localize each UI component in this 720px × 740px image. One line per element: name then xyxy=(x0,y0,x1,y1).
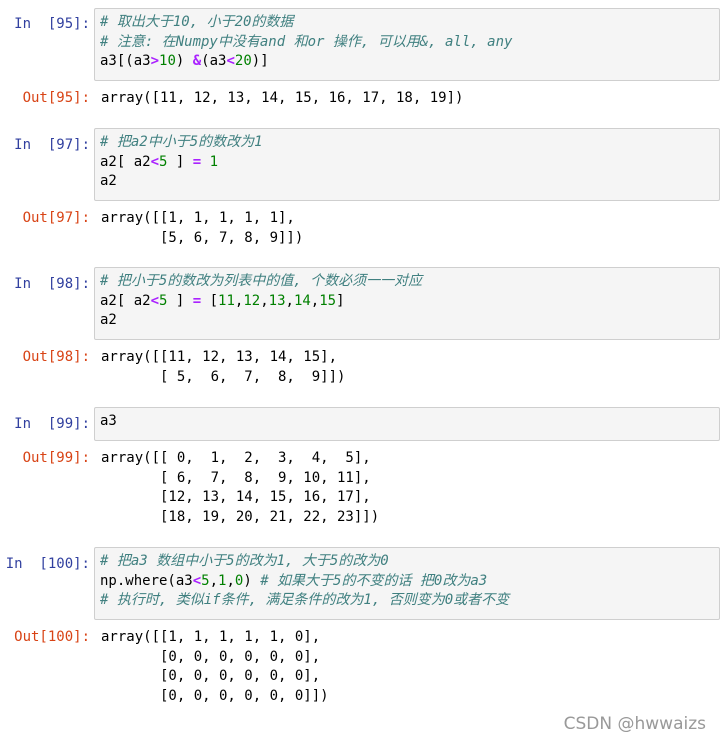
output-line: [5, 6, 7, 8, 9]]) xyxy=(101,229,304,246)
code-editor[interactable]: # 把小于5的数改为列表中的值, 个数必须一一对应 a2[ a2<5 ] = [… xyxy=(94,267,720,340)
output-prompt: Out[100]: xyxy=(14,629,90,645)
code-area[interactable]: # 把a3 数组中小于5的改为1, 大于5的改为0 np.where(a3<5,… xyxy=(95,548,719,615)
output-line: [12, 13, 14, 15, 16, 17], xyxy=(101,489,371,505)
output-line: [0, 0, 0, 0, 0, 0], xyxy=(101,668,321,684)
notebook-cell-99[interactable]: In [99]: a3 Out[99]: array([[ 0, 1, 2, 3… xyxy=(0,407,720,537)
cell-output: array([[1, 1, 1, 1, 1, 0], [0, 0, 0, 0, … xyxy=(96,628,334,710)
output-prompt: Out[98]: xyxy=(22,349,90,365)
output-line: [ 5, 6, 7, 8, 9]]) xyxy=(101,368,346,385)
code-line: a2 xyxy=(100,312,117,328)
cell-output: array([[ 0, 1, 2, 3, 4, 5], [ 6, 7, 8, 9… xyxy=(96,449,384,531)
notebook-cell-100[interactable]: In [100]: # 把a3 数组中小于5的改为1, 大于5的改为0 np.w… xyxy=(0,547,720,717)
watermark: CSDN @hwwaizs xyxy=(563,714,706,734)
output-line: array([[1, 1, 1, 1, 1, 0], xyxy=(101,629,321,645)
code-line: a2[ a2<5 ] = [11,12,13,14,15] xyxy=(100,292,345,309)
code-line: # 取出大于10, 小于20的数据 xyxy=(100,14,294,30)
output-prompt: Out[97]: xyxy=(22,210,90,226)
code-line: # 注意: 在Numpy中没有and 和or 操作, 可以用&, all, an… xyxy=(100,33,513,50)
output-line: [18, 19, 20, 21, 22, 23]]) xyxy=(101,508,380,525)
cell-output: array([11, 12, 13, 14, 15, 16, 17, 18, 1… xyxy=(96,89,468,113)
code-editor[interactable]: # 把a3 数组中小于5的改为1, 大于5的改为0 np.where(a3<5,… xyxy=(94,547,720,620)
input-prompt: In [95]: xyxy=(14,16,90,32)
input-prompt: In [99]: xyxy=(14,416,90,432)
code-line: # 把小于5的数改为列表中的值, 个数必须一一对应 xyxy=(100,273,423,289)
input-prompt: In [98]: xyxy=(14,276,90,292)
code-area[interactable]: # 取出大于10, 小于20的数据 # 注意: 在Numpy中没有and 和or… xyxy=(95,9,719,76)
code-line: # 执行时, 类似if条件, 满足条件的改为1, 否则变为0或者不变 xyxy=(100,592,510,608)
notebook-cell-98[interactable]: In [98]: # 把小于5的数改为列表中的值, 个数必须一一对应 a2[ a… xyxy=(0,267,720,397)
output-line: array([[11, 12, 13, 14, 15], xyxy=(101,349,338,365)
output-line: [0, 0, 0, 0, 0, 0]]) xyxy=(101,687,329,704)
notebook-cell-97[interactable]: In [97]: # 把a2中小于5的数改为1 a2[ a2<5 ] = 1 a… xyxy=(0,128,720,258)
output-line: array([[1, 1, 1, 1, 1], xyxy=(101,210,295,226)
code-line: a2 xyxy=(100,173,117,189)
output-line: array([[ 0, 1, 2, 3, 4, 5], xyxy=(101,450,371,466)
cell-output: array([[11, 12, 13, 14, 15], [ 5, 6, 7, … xyxy=(96,348,350,391)
code-line: # 把a2中小于5的数改为1 xyxy=(100,134,263,150)
code-editor[interactable]: a3 xyxy=(94,407,720,441)
code-line: a2[ a2<5 ] = 1 xyxy=(100,153,219,170)
code-area[interactable]: # 把小于5的数改为列表中的值, 个数必须一一对应 a2[ a2<5 ] = [… xyxy=(95,268,719,335)
code-line: a3[(a3>10) &(a3<20)] xyxy=(100,53,269,69)
output-line: [0, 0, 0, 0, 0, 0], xyxy=(101,648,321,665)
code-line: np.where(a3<5,1,0) # 如果大于5的不变的话 把0改为a3 xyxy=(100,572,488,589)
code-line: # 把a3 数组中小于5的改为1, 大于5的改为0 xyxy=(100,553,389,569)
output-prompt: Out[95]: xyxy=(22,90,90,106)
input-prompt: In [97]: xyxy=(14,137,90,153)
code-area[interactable]: # 把a2中小于5的数改为1 a2[ a2<5 ] = 1 a2 xyxy=(95,129,719,196)
output-line: array([11, 12, 13, 14, 15, 16, 17, 18, 1… xyxy=(101,90,464,106)
output-prompt: Out[99]: xyxy=(22,450,90,466)
code-editor[interactable]: # 取出大于10, 小于20的数据 # 注意: 在Numpy中没有and 和or… xyxy=(94,8,720,81)
input-prompt: In [100]: xyxy=(5,556,90,572)
output-line: [ 6, 7, 8, 9, 10, 11], xyxy=(101,469,371,486)
cell-output: array([[1, 1, 1, 1, 1], [5, 6, 7, 8, 9]]… xyxy=(96,209,308,252)
code-line: a3 xyxy=(100,413,117,429)
notebook-cell-95[interactable]: In [95]: # 取出大于10, 小于20的数据 # 注意: 在Numpy中… xyxy=(0,8,720,118)
code-editor[interactable]: # 把a2中小于5的数改为1 a2[ a2<5 ] = 1 a2 xyxy=(94,128,720,201)
code-area[interactable]: a3 xyxy=(95,408,719,436)
